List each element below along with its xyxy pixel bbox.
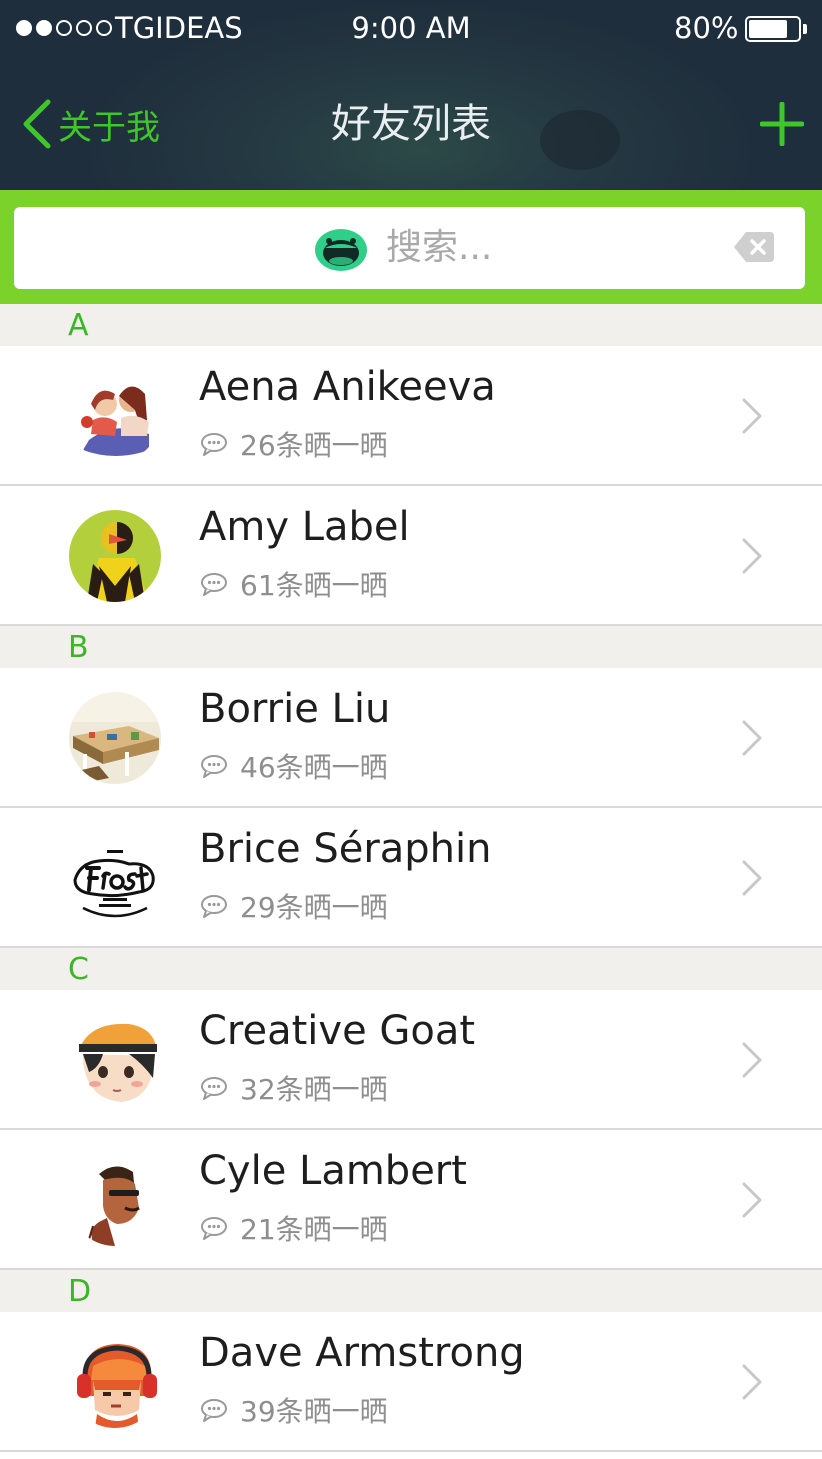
chat-bubble-icon	[201, 433, 227, 456]
search-input[interactable]: 搜索...	[14, 207, 805, 289]
friend-row[interactable]: Cyle Lambert 21条晒一晒	[0, 1130, 822, 1270]
post-count: 29条晒一晒	[200, 888, 388, 924]
yellow-geometric-avatar	[69, 510, 161, 602]
friend-row[interactable]: Dave Armstrong 39条晒一晒	[0, 1312, 822, 1452]
battery-percentage: 80%	[674, 11, 739, 45]
friend-name: Aena Anikeeva	[199, 364, 496, 410]
post-count: 61条晒一晒	[200, 566, 388, 602]
post-count-label: 61条晒一晒	[240, 569, 388, 602]
chat-bubble-icon	[201, 1077, 227, 1100]
post-count: 21条晒一晒	[200, 1210, 388, 1246]
section-header-d: D	[0, 1270, 822, 1312]
man-portrait-avatar	[69, 1154, 161, 1246]
friend-row[interactable]: Aena Anikeeva 26条晒一晒	[0, 346, 822, 486]
chevron-right-icon	[742, 538, 762, 574]
post-count: 46条晒一晒	[200, 748, 388, 784]
add-friend-icon[interactable]	[760, 102, 804, 146]
chevron-right-icon	[742, 720, 762, 756]
friend-name: Creative Goat	[199, 1008, 476, 1054]
chevron-right-icon	[742, 860, 762, 896]
headphones-character-avatar	[69, 1336, 161, 1428]
friend-row[interactable]: Amy Label 61条晒一晒	[0, 486, 822, 626]
post-count-label: 46条晒一晒	[240, 751, 388, 784]
post-count-label: 21条晒一晒	[240, 1213, 388, 1246]
friend-row[interactable]: Borrie Liu 46条晒一晒	[0, 668, 822, 808]
post-count: 39条晒一晒	[200, 1392, 388, 1428]
chat-bubble-icon	[201, 895, 227, 918]
friend-list: A Aena Anikeeva 26条晒一晒 Amy Label 61条晒一晒 …	[0, 304, 822, 1452]
search-bar-container: 搜索...	[0, 190, 822, 304]
chevron-right-icon	[742, 398, 762, 434]
section-header-b: B	[0, 626, 822, 668]
post-count: 32条晒一晒	[200, 1070, 388, 1106]
friend-name: Amy Label	[199, 504, 410, 550]
friend-row[interactable]: Brice Séraphin 29条晒一晒	[0, 808, 822, 948]
friend-name: Brice Séraphin	[199, 826, 492, 872]
monster-mascot-icon	[315, 229, 367, 271]
workspace-illustration-avatar	[69, 692, 161, 784]
section-header-c: C	[0, 948, 822, 990]
frost-logo-avatar	[69, 832, 161, 924]
status-bar: TGIDEAS 9:00 AM 80%	[0, 0, 822, 56]
search-placeholder: 搜索...	[386, 227, 493, 268]
post-count-label: 29条晒一晒	[240, 891, 388, 924]
page-title: 好友列表	[331, 101, 491, 147]
chat-bubble-icon	[201, 573, 227, 596]
post-count-label: 32条晒一晒	[240, 1073, 388, 1106]
friend-name: Borrie Liu	[199, 686, 391, 732]
chevron-right-icon	[742, 1182, 762, 1218]
chevron-right-icon	[742, 1042, 762, 1078]
battery-icon	[745, 16, 801, 42]
chat-bubble-icon	[201, 755, 227, 778]
post-count-label: 39条晒一晒	[240, 1395, 388, 1428]
post-count: 26条晒一晒	[200, 426, 388, 462]
friend-name: Dave Armstrong	[199, 1330, 525, 1376]
post-count-label: 26条晒一晒	[240, 429, 388, 462]
illustrated-couple-avatar	[69, 370, 161, 462]
battery-nub	[803, 24, 807, 34]
chat-bubble-icon	[201, 1399, 227, 1422]
section-header-a: A	[0, 304, 822, 346]
boy-with-hat-avatar	[69, 1014, 161, 1106]
clear-search-icon[interactable]	[732, 229, 776, 265]
navigation-header: TGIDEAS 9:00 AM 80% 关于我 好友列表	[0, 0, 822, 190]
friend-name: Cyle Lambert	[199, 1148, 467, 1194]
friend-row[interactable]: Creative Goat 32条晒一晒	[0, 990, 822, 1130]
chevron-right-icon	[742, 1364, 762, 1400]
chat-bubble-icon	[201, 1217, 227, 1240]
